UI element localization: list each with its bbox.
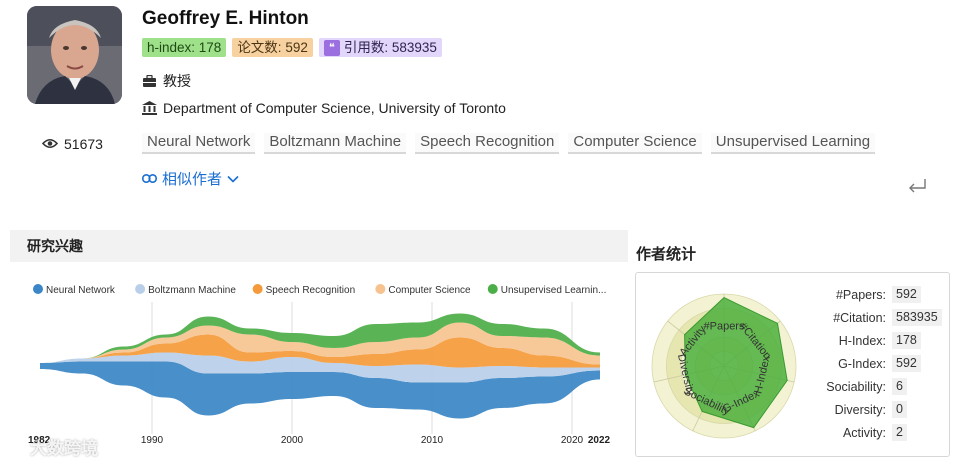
watermark-text: 大数跨境 [30,439,98,458]
institution-icon [142,101,157,115]
chevron-down-icon [227,170,239,187]
tag-unsupervised-learning[interactable]: Unsupervised Learning [710,133,876,154]
author-stats-panel: #Papers #Citation H-Index G-Index Sociabilit… [635,272,950,457]
stat-row: Sociability: 6 [814,375,942,398]
x-tick-label: 2020 [561,435,584,446]
legend-label: Computer Science [388,285,471,296]
legend-label: Speech Recognition [266,285,356,296]
tag-speech-recognition[interactable]: Speech Recognition [415,133,560,154]
stat-label: G-Index: [838,356,886,371]
metric-badges: h-index: 178 论文数: 592 ❝ 引用数: 583935 [142,38,442,57]
x-tick-label: 2000 [281,435,304,446]
briefcase-icon [142,74,157,88]
legend-swatch [487,284,498,294]
stat-label: #Citation: [833,310,886,325]
stat-label: H-Index: [838,333,886,348]
h-index-badge: h-index: 178 [142,38,227,57]
stat-row: Activity: 2 [814,421,942,444]
stat-value: 178 [892,332,921,349]
stat-value: 6 [892,378,907,395]
stat-label: #Papers: [835,287,886,302]
author-title: 教授 [163,73,191,89]
similar-authors-toggle[interactable]: 相似作者 [142,168,239,189]
legend-label: Boltzmann Machine [148,285,236,296]
stat-value: 592 [892,286,921,303]
legend-swatch [135,284,146,294]
legend-label: Neural Network [46,285,116,296]
affiliation-row: Department of Computer Science, Universi… [142,100,506,116]
legend-item[interactable]: Boltzmann Machine [135,284,236,296]
author-affiliation: Department of Computer Science, Universi… [163,100,506,116]
research-interests-chart: Neural Network Boltzmann Machine Speech Re… [28,284,611,446]
author-stats-title: 作者统计 [636,246,697,263]
watermark: 大数跨境 [8,434,98,459]
avatar [27,6,122,104]
legend-swatch [252,284,263,294]
tag-computer-science[interactable]: Computer Science [568,133,702,154]
quote-icon: ❝ [323,39,340,56]
papers-badge: 论文数: 592 [232,38,313,57]
research-tags: Neural Network Boltzmann Machine Speech … [142,133,876,154]
stat-row: #Citation: 583935 [814,306,942,329]
x-tick-label: 2022 [588,435,611,446]
stat-row: G-Index: 592 [814,352,942,375]
return-icon[interactable] [907,178,927,199]
citations-label: 引用数: 583935 [343,40,437,55]
stat-value: 0 [892,401,907,418]
research-interests-panel: 研究兴趣 Neural Network Boltzmann Machine Spee… [10,230,628,464]
view-count-value: 51673 [64,136,103,152]
author-stats-list: #Papers: 592 #Citation: 583935 H-Index: 178 G-… [814,283,942,444]
legend-label: Unsupervised Learnin... [501,285,607,296]
x-tick-label: 1990 [141,435,164,446]
legend-item[interactable]: Neural Network [33,284,116,296]
legend-item[interactable]: Computer Science [375,284,471,296]
citations-badge: ❝ 引用数: 583935 [318,38,442,57]
legend-item[interactable]: Speech Recognition [252,284,356,296]
x-tick-label: 2010 [421,435,444,446]
similar-authors-label: 相似作者 [162,171,223,188]
stat-label: Sociability: [826,379,886,394]
legend-swatch [375,284,386,294]
research-interests-title: 研究兴趣 [10,230,628,262]
link-icon [142,170,157,187]
view-count: 51673 [41,136,103,152]
tag-boltzmann-machine[interactable]: Boltzmann Machine [264,133,407,154]
stat-row: #Papers: 592 [814,283,942,306]
stat-value: 2 [892,424,907,441]
tag-neural-network[interactable]: Neural Network [142,133,256,154]
stat-row: Diversity: 0 [814,398,942,421]
stat-value: 592 [892,355,921,372]
stat-label: Diversity: [834,402,886,417]
author-radar-chart: #Papers#CitationH-IndexG-IndexSociabilit… [651,293,797,439]
legend-swatch [33,284,43,294]
stat-value: 583935 [892,309,942,326]
eye-icon [41,136,59,152]
stat-label: Activity: [842,425,886,440]
title-row: 教授 [142,71,191,91]
stat-row: H-Index: 178 [814,329,942,352]
watermark-logo-icon [8,435,26,457]
author-name: Geoffrey E. Hinton [142,8,309,29]
legend-item[interactable]: Unsupervised Learnin... [487,284,607,296]
